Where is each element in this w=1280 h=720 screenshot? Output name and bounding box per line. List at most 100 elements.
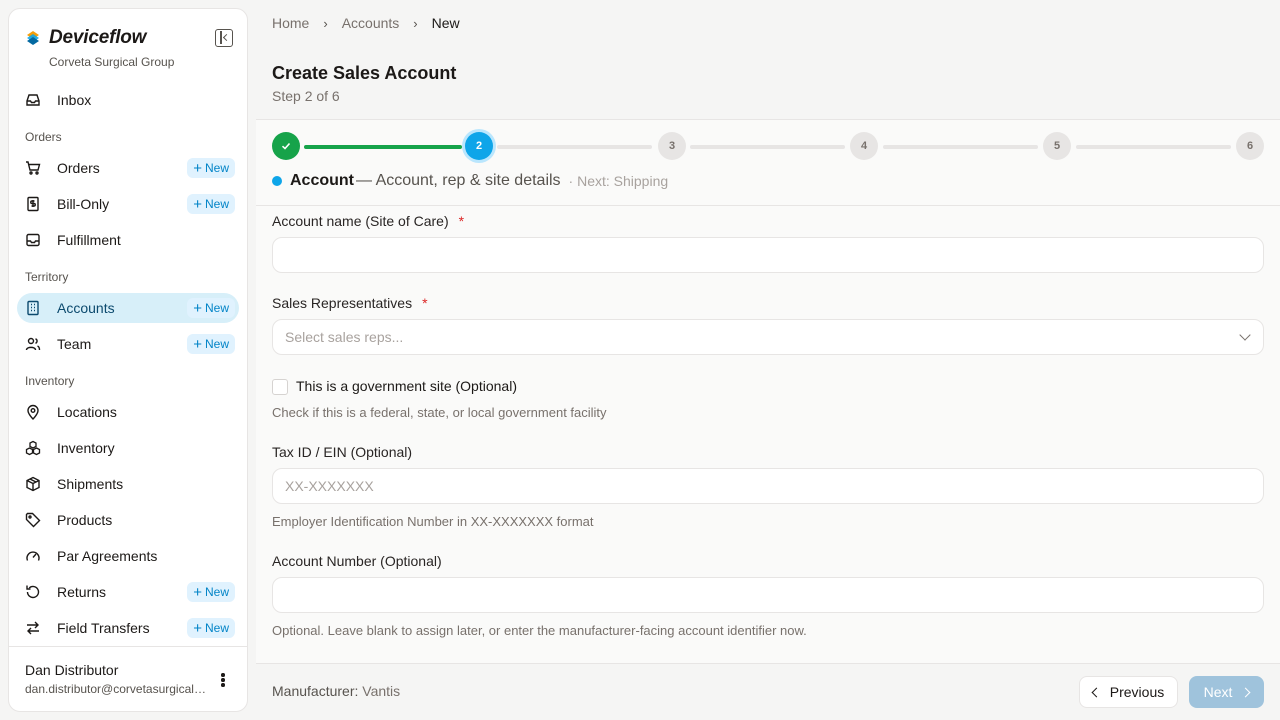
required-mark: * [458,213,465,229]
sidebar-item-fulfillment[interactable]: Fulfillment [17,225,239,255]
sidebar-item-label: Inventory [57,440,115,456]
sidebar-item-label: Field Transfers [57,620,150,636]
breadcrumb: Home › Accounts › New [272,15,460,31]
step-1-complete[interactable] [272,132,300,160]
sidebar-item-inventory[interactable]: Inventory [17,433,239,463]
section-label-orders: Orders [25,130,62,144]
arrows-left-right-icon [25,620,41,636]
sales-reps-select[interactable]: Select sales reps... [272,319,1264,355]
new-field-transfer-button[interactable]: + New [187,618,235,638]
check-icon [281,142,291,150]
chevron-right-icon [1240,687,1251,697]
government-site-help: Check if this is a federal, state, or lo… [272,405,607,420]
label-text: Sales Representatives [272,295,413,311]
gauge-icon [25,548,41,564]
brand-name: Deviceflow [49,27,147,48]
user-profile[interactable]: Dan Distributor dan.distributor@corvetas… [25,662,207,696]
sidebar-item-label: Par Agreements [57,548,158,564]
sidebar-item-team[interactable]: Team + New [17,329,239,359]
step-connector [497,145,652,149]
sidebar-item-label: Accounts [57,300,115,316]
sidebar-item-label: Shipments [57,476,124,492]
chevron-down-icon [1239,329,1251,341]
step-4[interactable]: 4 [850,132,878,160]
previous-button[interactable]: Previous [1079,676,1178,708]
step-5[interactable]: 5 [1043,132,1071,160]
account-number-label: Account Number (Optional) [272,553,442,569]
next-label: Next [1203,684,1233,700]
sidebar-item-accounts[interactable]: Accounts + New [17,293,239,323]
sidebar-item-returns[interactable]: Returns + New [17,577,239,607]
account-name-input[interactable] [272,237,1264,273]
new-label: New [204,301,229,315]
stepper [256,120,1280,206]
step-connector [1076,145,1231,149]
step-description: — Account, rep & site details [356,172,561,189]
section-label-territory: Territory [25,270,69,284]
next-button[interactable]: Next [1189,676,1264,708]
sidebar-item-locations[interactable]: Locations [17,397,239,427]
government-site-label[interactable]: This is a government site (Optional) [296,378,517,394]
label-text: Account name (Site of Care) [272,213,449,229]
page-subtitle: Step 2 of 6 [272,88,340,104]
sidebar-item-shipments[interactable]: Shipments [17,469,239,499]
more-vertical-icon[interactable] [221,673,225,687]
package-icon [25,476,41,492]
sidebar-item-inbox[interactable]: Inbox [17,85,239,115]
breadcrumb-home[interactable]: Home [272,15,309,31]
sidebar-item-field-transfers[interactable]: Field Transfers + New [17,613,239,643]
government-site-checkbox[interactable] [272,379,288,395]
sidebar-item-label: Inbox [57,92,92,108]
sidebar-item-label: Products [57,512,113,528]
chevron-right-icon: › [413,15,418,31]
user-email: dan.distributor@corvetasurgicalgroup.com [25,682,207,696]
step-name: Account [290,172,354,189]
manufacturer-value: Vantis [362,683,401,699]
new-return-button[interactable]: + New [187,582,235,602]
sidebar-item-bill-only[interactable]: Bill-Only + New [17,189,239,219]
sidebar-item-par-agreements[interactable]: Par Agreements [17,541,239,571]
sidebar-item-label: Team [57,336,92,352]
users-icon [25,336,41,352]
sidebar-item-label: Returns [57,584,107,600]
inbox-icon [25,92,41,108]
boxes-icon [25,440,41,456]
collapse-sidebar-icon[interactable] [215,29,233,47]
new-order-button[interactable]: + New [187,158,235,178]
brand[interactable]: Deviceflow [25,27,146,49]
plus-icon: + [193,195,202,213]
plus-icon: + [193,299,202,317]
step-connector [690,145,845,149]
tax-id-label: Tax ID / EIN (Optional) [272,444,413,460]
user-name: Dan Distributor [25,662,119,678]
step-3[interactable]: 3 [658,132,686,160]
sidebar-item-products[interactable]: Products [17,505,239,535]
previous-label: Previous [1109,684,1165,700]
new-label: New [204,161,229,175]
new-bill-only-button[interactable]: + New [187,194,235,214]
new-team-button[interactable]: + New [187,334,235,354]
building-icon [25,300,41,316]
sidebar-item-label: Locations [57,404,117,420]
step-6[interactable]: 6 [1236,132,1264,160]
plus-icon: + [193,335,202,353]
chevron-left-icon [1091,687,1102,697]
manufacturer-label: Manufacturer: [272,683,359,699]
plus-icon: + [193,619,202,637]
account-number-help: Optional. Leave blank to assign later, o… [272,623,807,638]
current-step-info: Account — Account, rep & site details · … [272,172,668,190]
next-step-hint: · Next: Shipping [568,173,669,189]
account-number-input[interactable] [272,577,1264,613]
sidebar-item-orders[interactable]: Orders + New [17,153,239,183]
step-2-current[interactable]: 2 [465,132,493,160]
breadcrumb-accounts[interactable]: Accounts [342,15,400,31]
tag-icon [25,512,41,528]
sidebar-item-label: Orders [57,160,100,176]
account-name-label: Account name (Site of Care) * [272,213,464,229]
step-connector [304,145,462,149]
tax-id-input[interactable]: XX-XXXXXXX [272,468,1264,504]
new-account-button[interactable]: + New [187,298,235,318]
new-label: New [204,337,229,351]
status-dot [272,176,282,186]
breadcrumb-current: New [431,15,460,31]
